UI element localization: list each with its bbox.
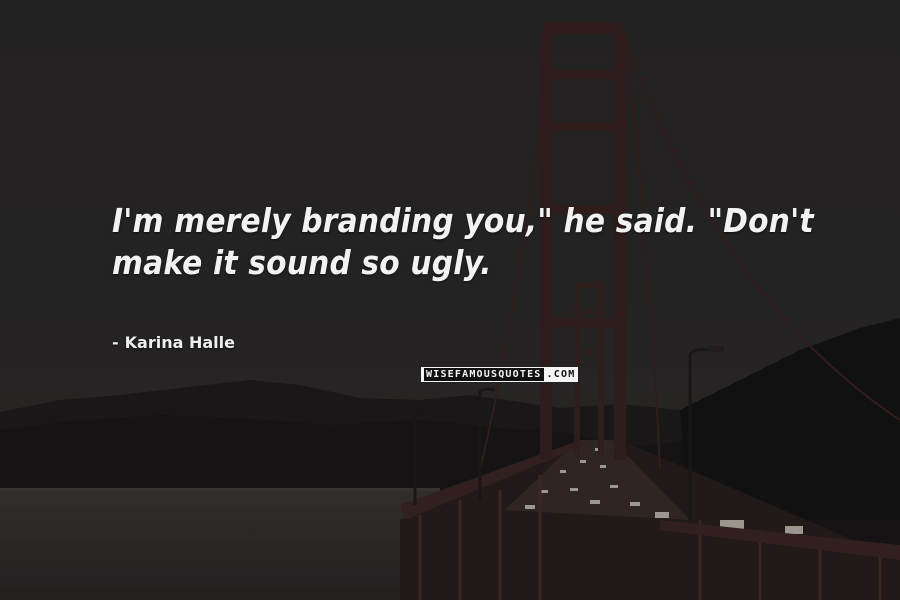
quote-line-1: I'm merely branding you," he said. "Don'… (112, 201, 814, 240)
quote-image: I'm merely branding you," he said. "Don'… (0, 0, 900, 600)
quote-text: I'm merely branding you," he said. "Don'… (112, 200, 832, 284)
author-name: Karina Halle (124, 333, 235, 352)
author-attribution: - Karina Halle (112, 333, 235, 353)
quote-line-2: make it sound so ugly. (112, 243, 492, 282)
site-watermark: WISEFAMOUSQUOTES .COM (420, 366, 580, 383)
watermark-site-name: WISEFAMOUSQUOTES (424, 368, 544, 381)
golden-gate-bridge-background (0, 0, 900, 600)
author-dash: - (112, 333, 119, 352)
watermark-site-tld: .COM (546, 369, 576, 380)
